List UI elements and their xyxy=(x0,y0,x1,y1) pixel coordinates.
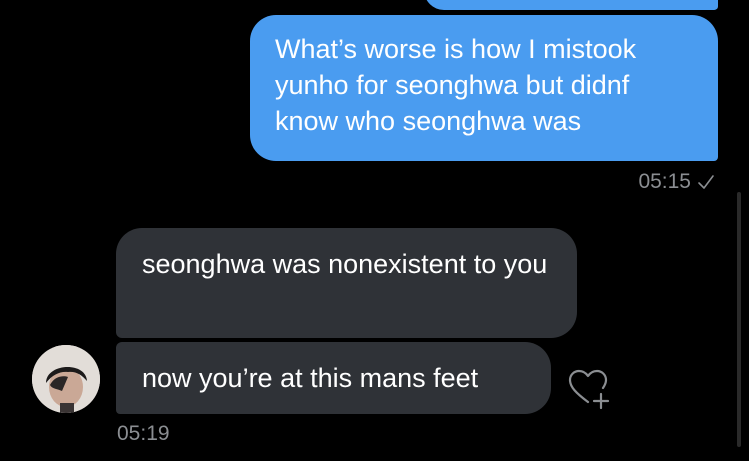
previous-sent-message-bubble xyxy=(424,0,718,10)
sent-time-label: 05:15 xyxy=(638,170,691,193)
check-icon xyxy=(698,175,714,189)
scrollbar[interactable] xyxy=(737,192,741,447)
sent-message-bubble[interactable]: What’s worse is how I mistook yunho for … xyxy=(250,15,718,161)
heart-plus-icon[interactable] xyxy=(566,366,612,412)
sent-message-timestamp: 05:15 xyxy=(638,170,715,194)
received-message-text: seonghwa was nonexistent to you xyxy=(142,249,548,279)
received-message-bubble[interactable]: now you’re at this mans feet xyxy=(116,342,551,414)
received-message-timestamp: 05:19 xyxy=(117,422,170,445)
received-message-text: now you’re at this mans feet xyxy=(142,363,479,393)
received-message-bubble[interactable]: seonghwa was nonexistent to you xyxy=(116,228,577,338)
sent-message-text: What’s worse is how I mistook yunho for … xyxy=(275,34,637,136)
avatar[interactable] xyxy=(32,345,100,413)
avatar-photo xyxy=(32,345,100,413)
